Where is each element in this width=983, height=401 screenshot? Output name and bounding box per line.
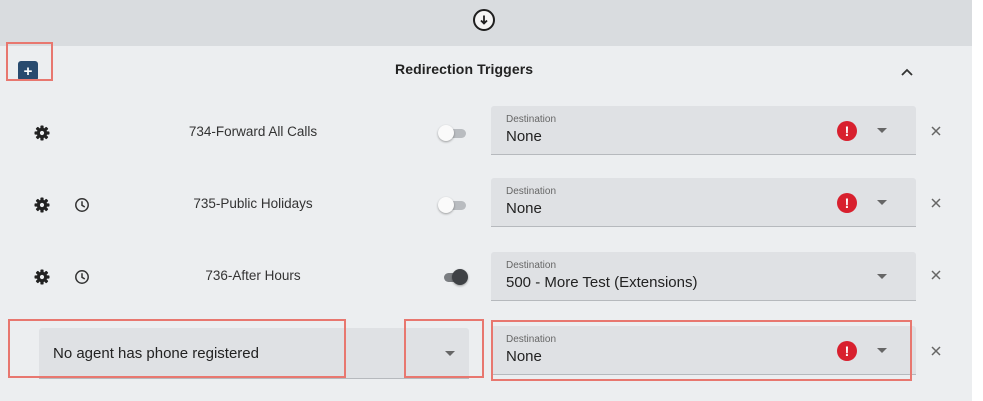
dropdown-caret-icon[interactable] xyxy=(877,348,887,353)
trigger-enabled-toggle[interactable] xyxy=(438,197,468,213)
destination-value: None xyxy=(506,348,542,365)
destination-select[interactable]: Destination None ! xyxy=(491,326,916,375)
toggle-knob xyxy=(438,197,454,213)
destination-label: Destination xyxy=(506,114,557,125)
trigger-enabled-toggle[interactable] xyxy=(438,125,468,141)
gear-icon[interactable] xyxy=(34,125,50,141)
agent-select-value: No agent has phone registered xyxy=(53,345,259,362)
destination-value: None xyxy=(506,128,542,145)
destination-label: Destination xyxy=(506,260,557,271)
dropdown-caret-icon[interactable] xyxy=(445,351,455,356)
arrow-down-circle-icon[interactable] xyxy=(473,9,495,31)
trigger-enabled-toggle[interactable] xyxy=(438,269,468,285)
trigger-name: 734-Forward All Calls xyxy=(188,124,318,139)
panel-title: Redirection Triggers xyxy=(395,61,534,77)
destination-value: None xyxy=(506,200,542,217)
toggle-knob xyxy=(452,269,468,285)
error-icon: ! xyxy=(837,193,857,213)
close-icon[interactable] xyxy=(929,268,943,282)
error-icon: ! xyxy=(837,341,857,361)
close-icon[interactable] xyxy=(929,196,943,210)
destination-select[interactable]: Destination 500 - More Test (Extensions) xyxy=(491,252,916,301)
error-icon: ! xyxy=(837,121,857,141)
gear-icon[interactable] xyxy=(34,197,50,213)
close-icon[interactable] xyxy=(929,344,943,358)
trigger-name: 735-Public Holidays xyxy=(193,196,313,211)
dropdown-caret-icon[interactable] xyxy=(877,274,887,279)
clock-icon[interactable] xyxy=(74,197,90,213)
dropdown-caret-icon[interactable] xyxy=(877,128,887,133)
add-trigger-button[interactable]: + xyxy=(18,61,38,81)
destination-label: Destination xyxy=(506,186,557,197)
dropdown-caret-icon[interactable] xyxy=(877,200,887,205)
arrow-down-glyph xyxy=(480,15,488,25)
destination-label: Destination xyxy=(506,334,557,345)
clock-icon[interactable] xyxy=(74,269,90,285)
close-icon[interactable] xyxy=(929,124,943,138)
agent-select[interactable]: No agent has phone registered xyxy=(39,328,469,379)
toggle-knob xyxy=(438,125,454,141)
chevron-up-icon[interactable] xyxy=(897,64,917,80)
trigger-name: 736-After Hours xyxy=(205,268,301,283)
destination-select[interactable]: Destination None ! xyxy=(491,178,916,227)
destination-select[interactable]: Destination None ! xyxy=(491,106,916,155)
destination-value: 500 - More Test (Extensions) xyxy=(506,274,698,291)
gear-icon[interactable] xyxy=(34,269,50,285)
